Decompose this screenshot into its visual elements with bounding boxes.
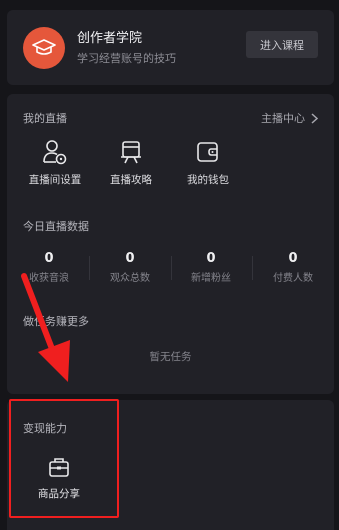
stat-paying-users: 0 付费人数	[253, 251, 333, 284]
tool-my-wallet[interactable]: 我的钱包	[173, 138, 243, 187]
graduation-cap-icon	[23, 27, 65, 69]
annotation-highlight-box	[9, 399, 119, 518]
stat-label: 付费人数	[273, 273, 313, 284]
host-center-link[interactable]: 主播中心	[261, 110, 318, 126]
host-center-label: 主播中心	[261, 112, 305, 125]
live-card: 我的直播 主播中心 直播间设置 直播攻略 我的钱包 今日直播数据 0 收获音浪 …	[7, 94, 334, 394]
today-data-title: 今日直播数据	[23, 220, 89, 233]
academy-subtitle: 学习经营账号的技巧	[77, 52, 176, 65]
tool-label: 直播间设置	[28, 174, 82, 186]
academy-card[interactable]: 创作者学院 学习经营账号的技巧 进入课程	[7, 10, 334, 85]
stat-value: 0	[206, 251, 216, 266]
tool-live-guide[interactable]: 直播攻略	[96, 138, 166, 187]
guide-board-icon	[96, 138, 166, 166]
stat-value: 0	[44, 251, 54, 266]
stat-label: 观众总数	[110, 273, 150, 284]
academy-title: 创作者学院	[77, 31, 143, 46]
tasks-title: 做任务赚更多	[23, 315, 89, 328]
wallet-icon	[173, 138, 243, 166]
chevron-right-icon	[311, 112, 318, 124]
stat-value: 0	[288, 251, 298, 266]
tool-label: 我的钱包	[187, 174, 229, 186]
stat-value: 0	[125, 251, 135, 266]
enter-course-button[interactable]: 进入课程	[246, 31, 318, 58]
stat-sound-waves: 0 收获音浪	[9, 251, 89, 284]
my-live-title: 我的直播	[23, 112, 67, 125]
stat-label: 收获音浪	[29, 273, 69, 284]
user-settings-icon	[20, 138, 90, 166]
tool-live-room-settings[interactable]: 直播间设置	[20, 138, 90, 187]
empty-tasks-text: 暂无任务	[149, 351, 192, 363]
stat-new-fans: 0 新增粉丝	[171, 251, 251, 284]
stat-total-viewers: 0 观众总数	[90, 251, 170, 284]
tool-label: 直播攻略	[110, 174, 152, 186]
stat-label: 新增粉丝	[191, 273, 231, 284]
